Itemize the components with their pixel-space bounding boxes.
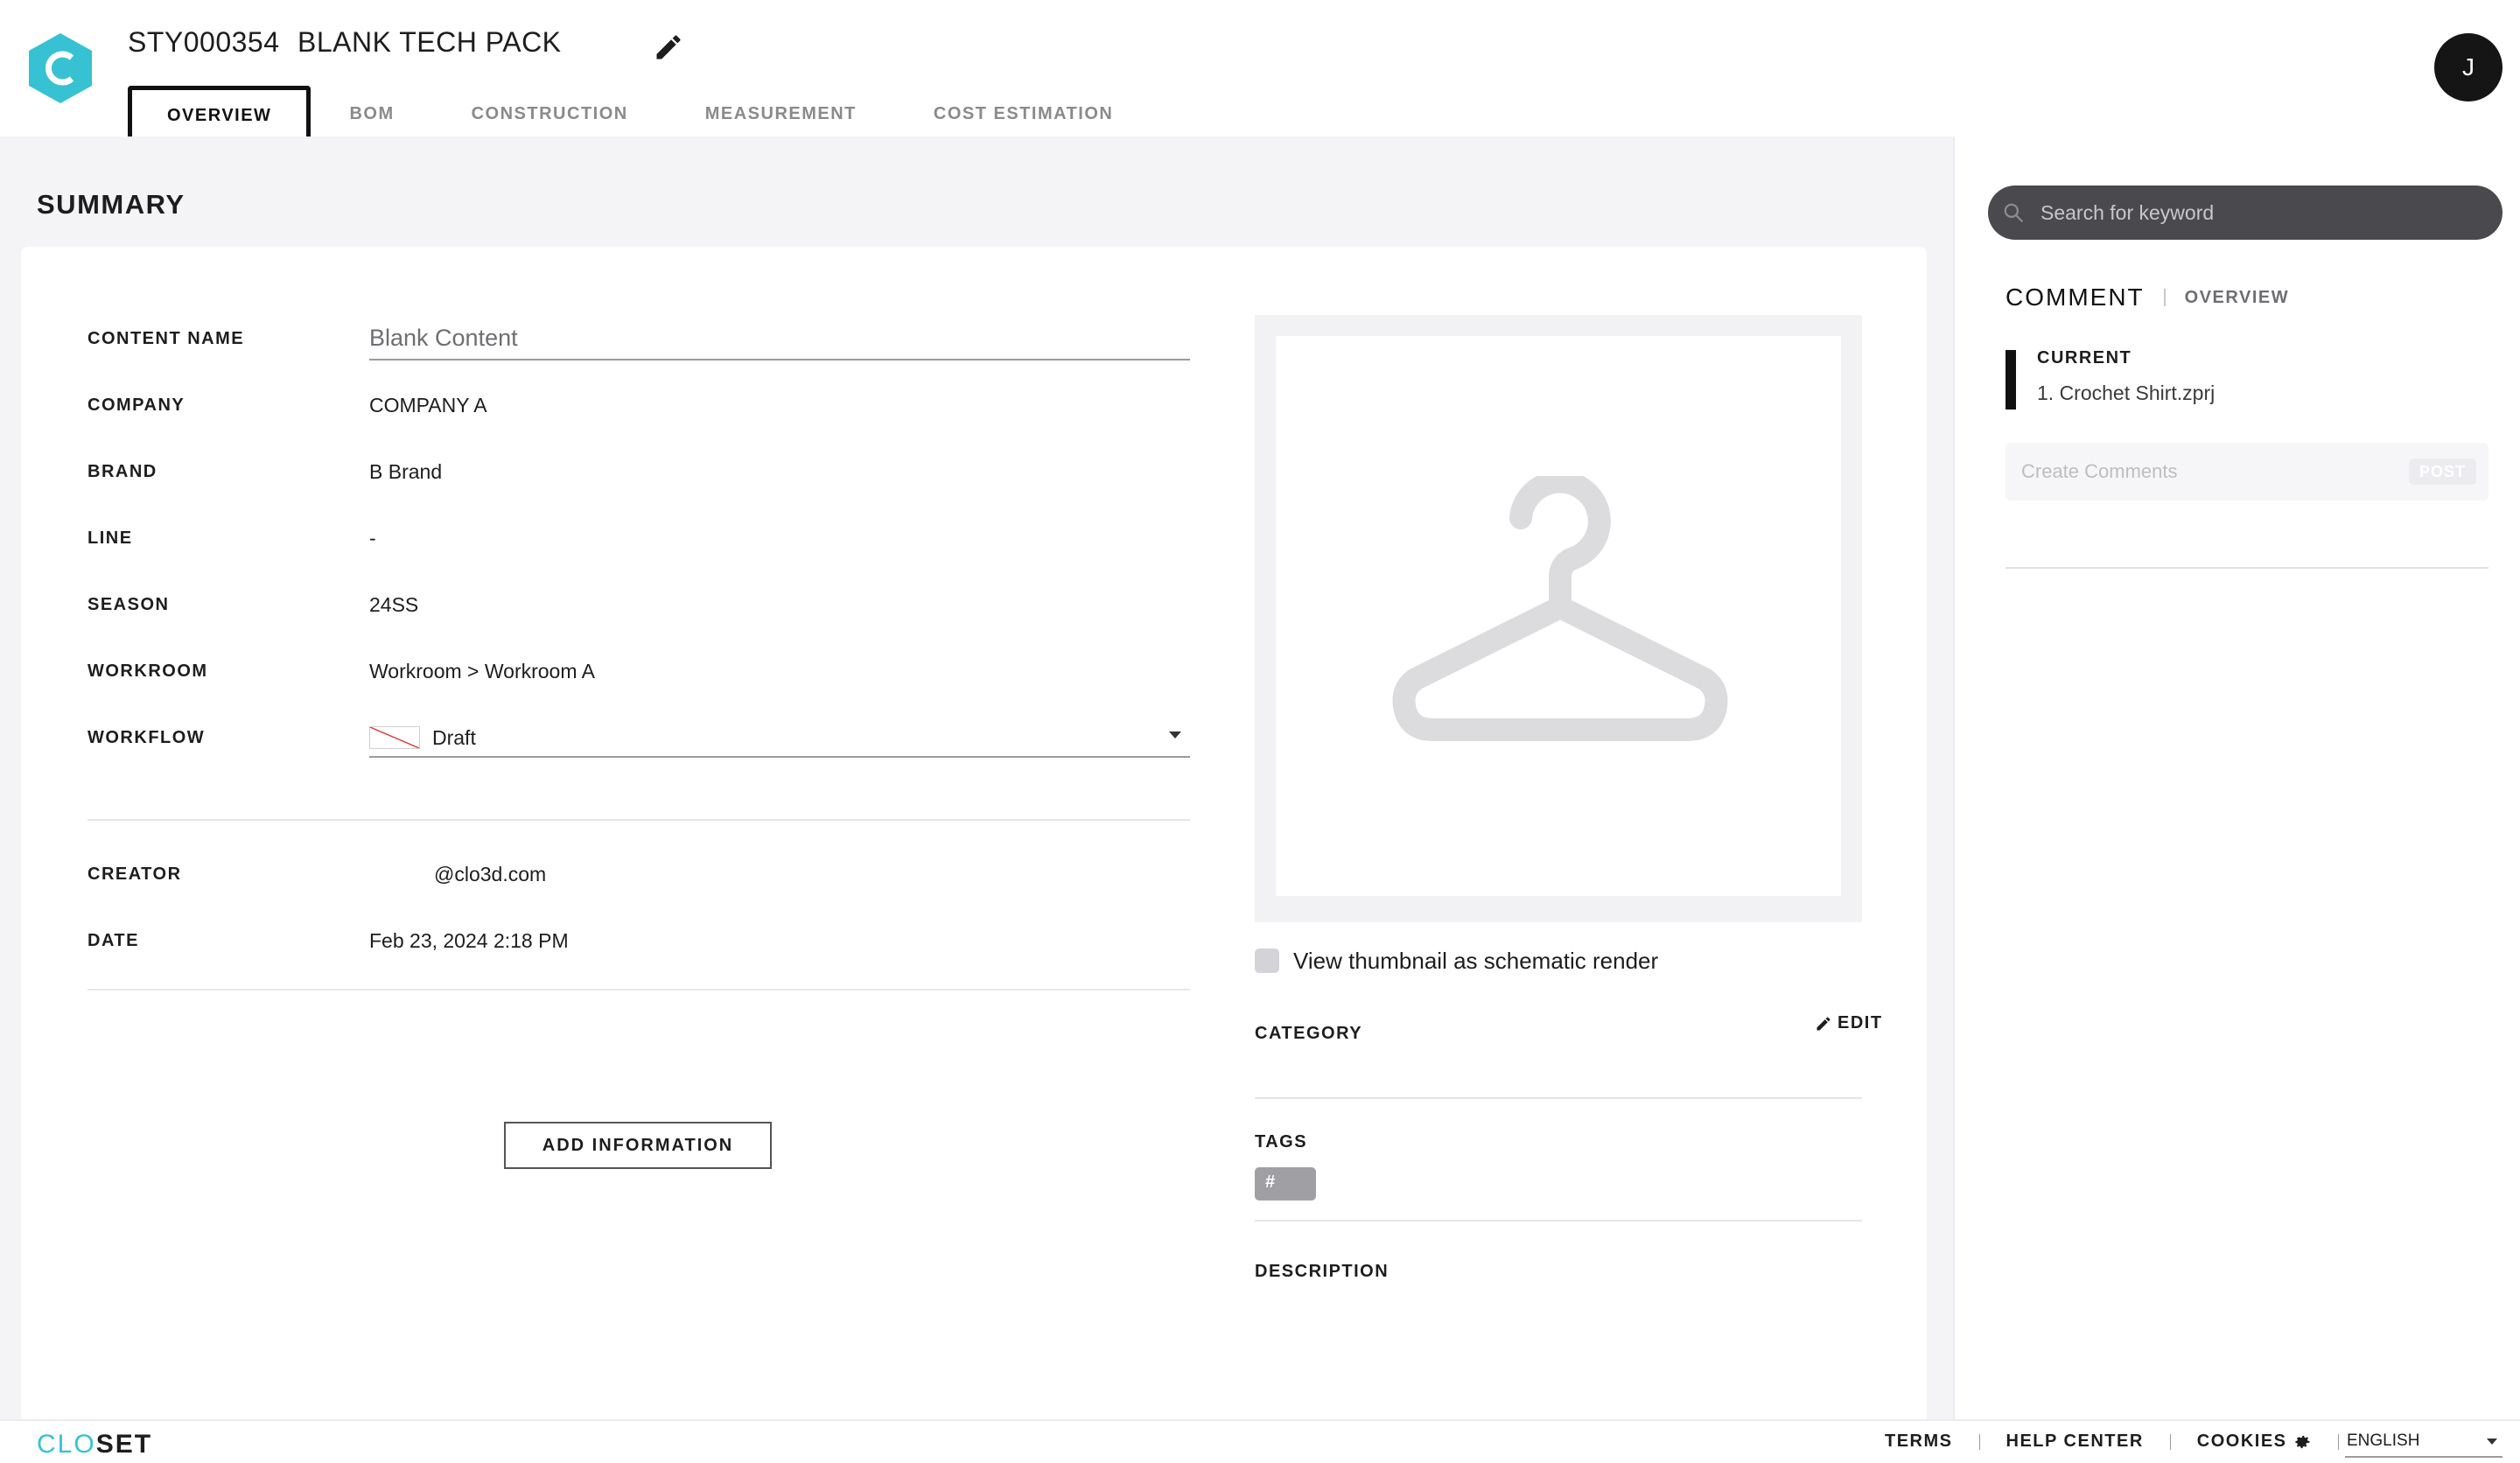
cookies-link[interactable]: COOKIES xyxy=(2197,1432,2287,1452)
tab-separator xyxy=(2163,289,2166,306)
thumbnail-canvas xyxy=(1276,336,1841,896)
comment-panel: COMMENT OVERVIEW CURRENT 1. Crochet Shir… xyxy=(1953,136,2520,1419)
season-label: SEASON xyxy=(88,595,170,614)
logo-set-text: SET xyxy=(95,1430,153,1459)
tab-overview[interactable]: OVERVIEW xyxy=(128,86,312,136)
gear-icon[interactable] xyxy=(2294,1433,2312,1451)
date-value: Feb 23, 2024 2:18 PM xyxy=(369,929,569,952)
tag-chip[interactable]: # xyxy=(1255,1167,1316,1200)
workflow-label: WORKFLOW xyxy=(88,728,206,747)
line-value: - xyxy=(369,527,376,550)
language-select[interactable]: ENGLISH xyxy=(2345,1428,2502,1458)
clo-logo-icon[interactable] xyxy=(26,32,94,105)
tab-construction[interactable]: CONSTRUCTION xyxy=(433,86,667,136)
creator-value: @clo3d.com xyxy=(434,863,547,886)
edit-category-button[interactable]: EDIT xyxy=(1815,1013,1883,1033)
company-label: COMPANY xyxy=(88,396,186,415)
schematic-render-toggle[interactable]: View thumbnail as schematic render xyxy=(1255,947,1658,975)
schematic-checkbox[interactable] xyxy=(1255,948,1279,973)
summary-title: SUMMARY xyxy=(37,189,186,220)
thumbnail-frame[interactable] xyxy=(1255,315,1862,922)
content-name-input[interactable] xyxy=(369,317,1190,360)
line-label: LINE xyxy=(88,528,133,548)
terms-link[interactable]: TERMS xyxy=(1885,1432,1953,1452)
section-divider xyxy=(88,819,1190,821)
tab-cost-estimation[interactable]: COST ESTIMATION xyxy=(895,86,1152,136)
workflow-value: Draft xyxy=(432,726,476,749)
date-label: DATE xyxy=(88,931,139,950)
footer-links: TERMS HELP CENTER COOKIES xyxy=(1885,1432,2365,1452)
post-button[interactable]: POST xyxy=(2408,458,2476,485)
tab-bom[interactable]: BOM xyxy=(311,86,432,136)
style-code: STY000354 xyxy=(128,26,280,58)
current-indicator xyxy=(2006,350,2016,410)
edit-label: EDIT xyxy=(1838,1013,1883,1032)
brand-value: B Brand xyxy=(369,460,443,483)
summary-card: CONTENT NAME COMPANY COMPANY A BRAND B B… xyxy=(21,247,1927,1419)
content-name-label: CONTENT NAME xyxy=(88,329,245,348)
footer-separator xyxy=(2169,1433,2171,1450)
workroom-value: Workroom > Workroom A xyxy=(369,660,595,682)
hanger-icon xyxy=(1392,476,1728,741)
help-center-link[interactable]: HELP CENTER xyxy=(2006,1432,2144,1452)
main-content: SUMMARY CONTENT NAME COMPANY COMPANY A B… xyxy=(0,136,1953,1419)
chevron-down-icon xyxy=(2487,1438,2497,1445)
style-tabs: OVERVIEW BOM CONSTRUCTION MEASUREMENT CO… xyxy=(128,86,1152,136)
workroom-label: WORKROOM xyxy=(88,662,208,681)
add-information-button[interactable]: ADD INFORMATION xyxy=(504,1122,772,1169)
language-value: ENGLISH xyxy=(2347,1432,2420,1450)
app-header: STY000354 BLANK TECH PACK OVERVIEW BOM C… xyxy=(0,0,2520,136)
creator-label: CREATOR xyxy=(88,864,182,884)
current-label: CURRENT xyxy=(2037,348,2132,368)
logo-clo-text: CLO xyxy=(37,1430,96,1459)
footer-separator xyxy=(2337,1433,2339,1450)
panel-tabs: COMMENT OVERVIEW xyxy=(2006,284,2289,312)
search-bar xyxy=(1988,186,2502,240)
workflow-color-swatch-icon xyxy=(369,726,420,749)
app-footer: CLOSET TERMS HELP CENTER COOKIES ENGLISH xyxy=(0,1419,2520,1463)
search-input[interactable] xyxy=(2040,194,2478,231)
company-value: COMPANY A xyxy=(369,394,487,416)
user-avatar[interactable]: J xyxy=(2434,33,2502,102)
tags-label: TAGS xyxy=(1255,1132,1308,1152)
comment-input[interactable] xyxy=(2021,453,2389,490)
tab-measurement[interactable]: MEASUREMENT xyxy=(667,86,895,136)
tags-divider xyxy=(1255,1220,1862,1222)
section-divider xyxy=(88,989,1190,990)
category-label: CATEGORY xyxy=(1255,1024,1363,1043)
search-icon xyxy=(2004,203,2023,222)
schematic-label: View thumbnail as schematic render xyxy=(1293,947,1659,974)
pencil-icon[interactable] xyxy=(653,32,684,63)
panel-divider xyxy=(2006,567,2488,569)
style-name: BLANK TECH PACK xyxy=(298,26,562,58)
closet-logo[interactable]: CLOSET xyxy=(37,1430,152,1460)
current-file-name: 1. Crochet Shirt.zprj xyxy=(2037,382,2216,404)
pencil-icon xyxy=(1816,1017,1830,1030)
tab-comment[interactable]: COMMENT xyxy=(2006,284,2145,312)
workflow-select[interactable]: Draft xyxy=(369,719,1190,758)
tab-panel-overview[interactable]: OVERVIEW xyxy=(2185,288,2289,308)
description-label: DESCRIPTION xyxy=(1255,1262,1390,1281)
footer-separator xyxy=(1978,1433,1980,1450)
chevron-down-icon xyxy=(1169,732,1181,738)
season-value: 24SS xyxy=(369,593,419,616)
brand-label: BRAND xyxy=(88,462,158,481)
comment-composer: POST xyxy=(2006,443,2488,500)
category-divider xyxy=(1255,1097,1862,1099)
